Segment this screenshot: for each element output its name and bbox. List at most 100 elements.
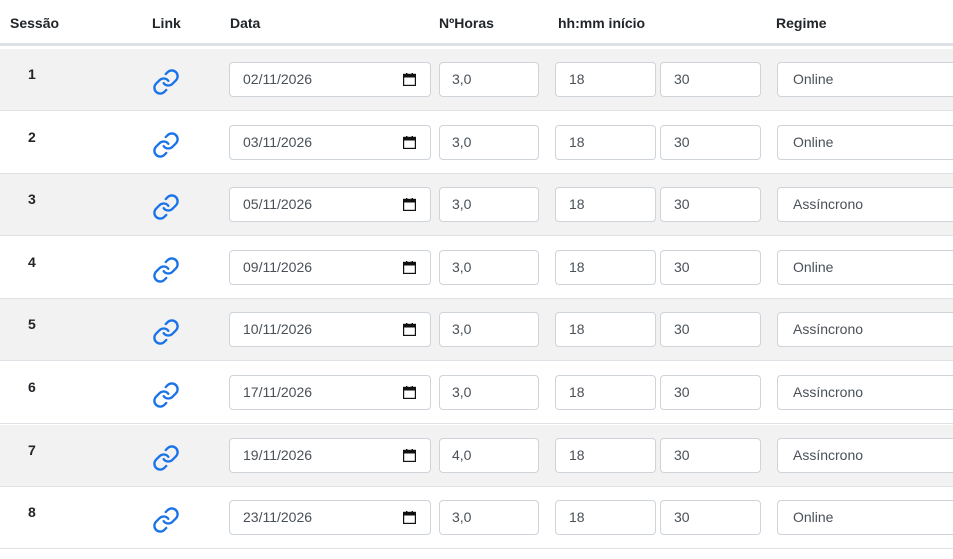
regime-select[interactable]: Online xyxy=(777,500,953,536)
hours-value: 3,0 xyxy=(452,321,472,338)
hours-input[interactable]: 3,0 xyxy=(439,62,539,97)
hours-input[interactable]: 3,0 xyxy=(439,500,539,536)
session-number: 4 xyxy=(28,253,36,270)
table-row: 2 03/11/2026 3,0 18 30 Online xyxy=(0,112,953,174)
link-icon[interactable] xyxy=(152,381,180,409)
date-value: 17/11/2026 xyxy=(243,384,313,400)
start-hour-value: 18 xyxy=(569,384,585,400)
regime-value: Assíncrono xyxy=(793,446,864,463)
start-minute-value: 30 xyxy=(674,71,690,87)
calendar-icon[interactable] xyxy=(403,511,416,525)
hours-input[interactable]: 3,0 xyxy=(439,249,539,285)
start-minute-value: 30 xyxy=(674,384,690,400)
header-start-time: hh:mm início xyxy=(558,15,646,31)
start-minute-value: 30 xyxy=(674,509,690,526)
calendar-icon[interactable] xyxy=(403,260,416,274)
start-hour-value: 18 xyxy=(569,196,585,213)
regime-select[interactable]: Assíncrono xyxy=(777,187,953,223)
hours-input[interactable]: 3,0 xyxy=(439,124,539,160)
session-number: 5 xyxy=(28,316,36,333)
date-input[interactable]: 19/11/2026 xyxy=(229,437,431,473)
hours-input[interactable]: 3,0 xyxy=(439,375,539,410)
header-regime: Regime xyxy=(776,15,827,31)
start-minute-input[interactable]: 30 xyxy=(660,62,761,97)
regime-select[interactable]: Online xyxy=(777,249,953,285)
hours-input[interactable]: 3,0 xyxy=(439,312,539,348)
table-header: Sessão Link Data NºHoras hh:mm início Re… xyxy=(0,0,953,46)
date-input[interactable]: 09/11/2026 xyxy=(229,249,431,285)
hours-value: 3,0 xyxy=(452,71,472,87)
start-hour-input[interactable]: 18 xyxy=(555,375,656,410)
link-icon[interactable] xyxy=(152,506,180,534)
start-minute-input[interactable]: 30 xyxy=(660,187,761,223)
date-value: 19/11/2026 xyxy=(243,446,313,463)
date-input[interactable]: 05/11/2026 xyxy=(229,187,431,223)
regime-value: Assíncrono xyxy=(793,196,864,213)
start-hour-input[interactable]: 18 xyxy=(555,437,656,473)
start-hour-input[interactable]: 18 xyxy=(555,62,656,97)
start-minute-input[interactable]: 30 xyxy=(660,500,761,536)
start-hour-value: 18 xyxy=(569,446,585,463)
start-hour-value: 18 xyxy=(569,258,585,275)
start-minute-input[interactable]: 30 xyxy=(660,375,761,410)
start-hour-value: 18 xyxy=(569,321,585,338)
link-icon[interactable] xyxy=(152,256,180,284)
table-row: 4 09/11/2026 3,0 18 30 Online xyxy=(0,237,953,299)
hours-input[interactable]: 4,0 xyxy=(439,437,539,473)
header-session: Sessão xyxy=(10,15,60,31)
header-hours: NºHoras xyxy=(439,15,494,31)
link-icon[interactable] xyxy=(152,131,180,159)
regime-value: Assíncrono xyxy=(793,384,864,400)
hours-input[interactable]: 3,0 xyxy=(439,187,539,223)
start-hour-input[interactable]: 18 xyxy=(555,187,656,223)
start-hour-input[interactable]: 18 xyxy=(555,249,656,285)
start-minute-value: 30 xyxy=(674,196,690,213)
date-input[interactable]: 23/11/2026 xyxy=(229,500,431,536)
link-icon[interactable] xyxy=(152,444,180,472)
start-minute-input[interactable]: 30 xyxy=(660,124,761,160)
calendar-icon[interactable] xyxy=(403,386,416,399)
start-hour-input[interactable]: 18 xyxy=(555,124,656,160)
hours-value: 4,0 xyxy=(452,446,472,463)
calendar-icon[interactable] xyxy=(403,73,416,86)
date-input[interactable]: 10/11/2026 xyxy=(229,312,431,348)
date-value: 05/11/2026 xyxy=(243,196,313,213)
hours-value: 3,0 xyxy=(452,196,472,213)
regime-select[interactable]: Assíncrono xyxy=(777,437,953,473)
hours-value: 3,0 xyxy=(452,258,472,275)
regime-select[interactable]: Online xyxy=(777,62,953,97)
link-icon[interactable] xyxy=(152,68,180,96)
regime-select[interactable]: Online xyxy=(777,124,953,160)
link-icon[interactable] xyxy=(152,193,180,221)
calendar-icon[interactable] xyxy=(403,135,416,149)
date-value: 02/11/2026 xyxy=(243,71,313,87)
start-hour-input[interactable]: 18 xyxy=(555,500,656,536)
session-number: 7 xyxy=(28,441,36,458)
calendar-icon[interactable] xyxy=(403,323,416,337)
regime-value: Online xyxy=(793,133,834,150)
regime-select[interactable]: Assíncrono xyxy=(777,375,953,410)
start-minute-value: 30 xyxy=(674,446,690,463)
calendar-icon[interactable] xyxy=(403,198,416,212)
session-number: 2 xyxy=(28,128,36,145)
link-icon[interactable] xyxy=(152,318,180,346)
start-minute-input[interactable]: 30 xyxy=(660,312,761,348)
session-number: 6 xyxy=(28,379,36,395)
regime-select[interactable]: Assíncrono xyxy=(777,312,953,348)
calendar-icon[interactable] xyxy=(403,448,416,462)
date-input[interactable]: 02/11/2026 xyxy=(229,62,431,97)
start-hour-input[interactable]: 18 xyxy=(555,312,656,348)
date-input[interactable]: 03/11/2026 xyxy=(229,124,431,160)
start-minute-input[interactable]: 30 xyxy=(660,249,761,285)
regime-value: Assíncrono xyxy=(793,321,864,338)
start-minute-input[interactable]: 30 xyxy=(660,437,761,473)
session-number: 8 xyxy=(28,504,36,521)
hours-value: 3,0 xyxy=(452,384,472,400)
regime-value: Online xyxy=(793,509,834,526)
hours-value: 3,0 xyxy=(452,509,472,526)
date-input[interactable]: 17/11/2026 xyxy=(229,375,431,410)
date-value: 09/11/2026 xyxy=(243,258,313,275)
date-value: 23/11/2026 xyxy=(243,509,313,526)
table-row: 3 05/11/2026 3,0 18 30 Assíncrono xyxy=(0,174,953,237)
table-row: 6 17/11/2026 3,0 18 30 Assíncrono xyxy=(0,362,953,424)
